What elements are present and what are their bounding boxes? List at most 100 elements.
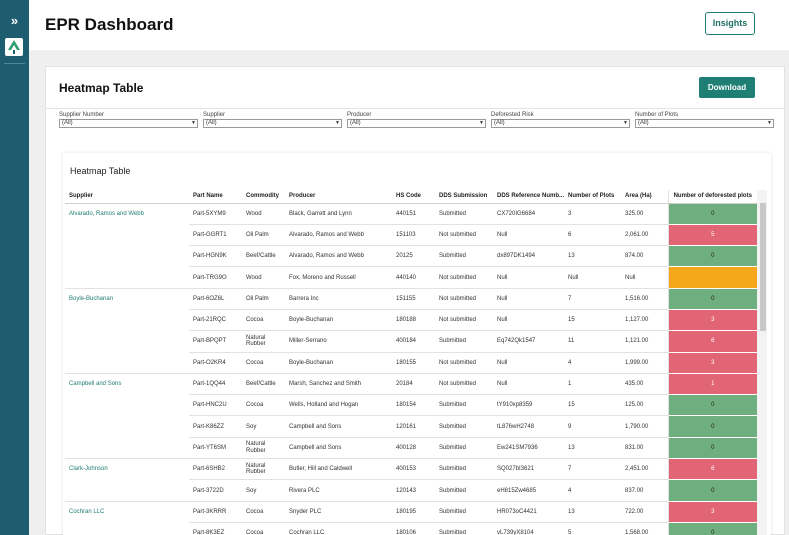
cell-supplier — [65, 522, 189, 535]
cell-hs: 400128 — [392, 437, 435, 460]
supplier-number-select[interactable]: (All) ▼ — [59, 119, 198, 128]
cell-commodity: Cocoa — [242, 394, 285, 417]
cell-hs: 20184 — [392, 373, 435, 396]
table-row[interactable]: Part-HNC2U Cocoa Wells, Holland and Hogan 1… — [65, 394, 757, 417]
expand-sidebar-icon[interactable]: » — [5, 11, 24, 30]
table-row[interactable]: Part-TRG9O Wood Fox, Moreno and Russell 440… — [65, 266, 757, 289]
table-row[interactable]: Part-3722D Soy Rivera PLC 120143 Submitted eH… — [65, 479, 757, 502]
cell-commodity: Cocoa — [242, 522, 285, 535]
cell-part: Part-1QQ44 — [189, 373, 242, 396]
cell-part: Part-6OZ6L — [189, 288, 242, 310]
cell-commodity: Natural Rubber — [242, 437, 285, 460]
cell-producer: Miller-Serrano — [285, 330, 392, 353]
supplier-link[interactable]: Campbell and Sons — [65, 373, 189, 394]
cell-plots: 7 — [564, 458, 621, 481]
table-row[interactable]: Part-K86ZZ Soy Campbell and Sons 120161 Subm… — [65, 415, 757, 438]
cell-plots: 13 — [564, 437, 621, 460]
cell-dds: Submitted — [435, 479, 493, 502]
caret-down-icon: ▼ — [623, 120, 628, 126]
cell-part: Part-HGN9K — [189, 245, 242, 268]
cell-dds: Submitted — [435, 437, 493, 460]
table-row[interactable]: Cochran LLC Part-3KRRR Cocoa Snyder PLC 1801… — [65, 501, 757, 523]
cell-plots: 7 — [564, 288, 621, 310]
table-row[interactable]: Part-GGRT1 Oil Palm Alvarado, Ramos and We… — [65, 224, 757, 247]
cell-ref: Null — [493, 266, 564, 289]
column-header[interactable]: HS Code — [392, 190, 435, 204]
cell-dds: Submitted — [435, 501, 493, 523]
number-of-plots-select[interactable]: (All) ▼ — [635, 119, 774, 128]
table-row[interactable]: Part-21RQC Cocoa Boyle-Buchanan 180188 Not s… — [65, 309, 757, 332]
supplier-link[interactable]: Boyle-Buchanan — [65, 288, 189, 309]
filter-label: Producer — [347, 112, 372, 118]
cell-area: 1,127.00 — [621, 309, 668, 332]
table-row[interactable]: Part-8K3EZ Cocoa Cochran LLC 180106 Submitte… — [65, 522, 757, 535]
column-header[interactable]: Part Name — [189, 190, 242, 204]
download-button[interactable]: Download — [699, 77, 755, 98]
cell-producer: Black, Garrett and Lynn — [285, 203, 392, 225]
cell-commodity: Wood — [242, 266, 285, 289]
table-row[interactable]: Part-HGN9K Beef/Cattle Alvarado, Ramos and… — [65, 245, 757, 268]
column-header[interactable]: Producer — [285, 190, 392, 204]
cell-part: Part-21RQC — [189, 309, 242, 332]
cell-hs: 180195 — [392, 501, 435, 523]
cell-supplier — [65, 309, 189, 330]
cell-commodity: Cocoa — [242, 501, 285, 523]
heatmap-cell: 3 — [667, 352, 757, 374]
cell-commodity: Soy — [242, 479, 285, 502]
cell-dds: Submitted — [435, 415, 493, 438]
heatmap-cell: 0 — [667, 203, 757, 225]
page-title: EPR Dashboard — [45, 15, 174, 34]
supplier-link[interactable]: Cochran LLC — [65, 501, 189, 522]
cell-area: 1,999.00 — [621, 352, 668, 374]
cell-area: Null — [621, 266, 668, 289]
table-row[interactable]: Part-YT6SM Natural Rubber Campbell and Son… — [65, 437, 757, 460]
scrollbar-thumb[interactable] — [760, 203, 766, 331]
cell-supplier — [65, 224, 189, 245]
filter-label: Supplier — [203, 112, 226, 118]
cell-part: Part-O2KR4 — [189, 352, 242, 374]
column-header[interactable]: Number of deforested plots — [667, 190, 757, 204]
app-logo-icon[interactable] — [5, 38, 23, 56]
cell-dds: Not submitted — [435, 288, 493, 310]
select-value: (All) — [206, 120, 217, 126]
column-header[interactable]: DDS Submission — [435, 190, 493, 204]
table-row[interactable]: Alvarado, Ramos and Webb Part-5XYM9 Wood Bl… — [65, 203, 757, 225]
cell-plots: 4 — [564, 352, 621, 374]
filter-number-of-plots: Number of Plots (All) ▼ — [635, 111, 774, 128]
filter-label: Supplier Number — [59, 112, 105, 118]
cell-commodity: Cocoa — [242, 309, 285, 332]
supplier-link[interactable]: Clark-Johnson — [65, 459, 189, 480]
producer-select[interactable]: (All) ▼ — [347, 119, 486, 128]
cell-hs: 440151 — [392, 203, 435, 225]
column-header[interactable]: Supplier — [65, 190, 189, 204]
filter-deforested-risk: Deforested Risk (All) ▼ — [491, 111, 630, 128]
select-value: (All) — [62, 120, 73, 126]
heatmap-cell: 0 — [667, 415, 757, 438]
cell-commodity: Soy — [242, 415, 285, 438]
filter-supplier-number: Supplier Number (All) ▼ — [59, 111, 198, 128]
cell-ref: Null — [493, 373, 564, 396]
supplier-link[interactable]: Alvarado, Ramos and Webb — [65, 203, 189, 224]
column-header[interactable]: Area (Ha) — [621, 190, 668, 204]
cell-area: 837.00 — [621, 479, 668, 502]
column-header[interactable]: Commodity — [242, 190, 285, 204]
supplier-select[interactable]: (All) ▼ — [203, 119, 342, 128]
cell-hs: 400153 — [392, 458, 435, 481]
table-row[interactable]: Clark-Johnson Part-6SHB2 Natural Rubber But… — [65, 458, 757, 481]
table-row[interactable]: Part-BPQPT Natural Rubber Miller-Serrano 40… — [65, 330, 757, 353]
heatmap-cell: 6 — [667, 330, 757, 353]
table-row[interactable]: Part-O2KR4 Cocoa Boyle-Buchanan 180155 Not s… — [65, 352, 757, 374]
column-header[interactable]: Number of Plots — [564, 190, 621, 204]
cell-dds: Submitted — [435, 458, 493, 481]
deforested-risk-select[interactable]: (All) ▼ — [491, 119, 630, 128]
table-row[interactable]: Campbell and Sons Part-1QQ44 Beef/Cattle Ma… — [65, 373, 757, 396]
table-row[interactable]: Boyle-Buchanan Part-6OZ6L Oil Palm Barrera … — [65, 288, 757, 310]
heatmap-cell: 3 — [667, 501, 757, 523]
cell-supplier — [65, 479, 189, 502]
cell-producer: Marsh, Sanchez and Smith — [285, 373, 392, 396]
cell-commodity: Cocoa — [242, 352, 285, 374]
column-header[interactable]: DDS Reference Numb... — [493, 190, 564, 204]
cell-supplier — [65, 352, 189, 374]
cell-supplier — [65, 395, 189, 416]
insights-button[interactable]: Insights — [705, 12, 755, 35]
